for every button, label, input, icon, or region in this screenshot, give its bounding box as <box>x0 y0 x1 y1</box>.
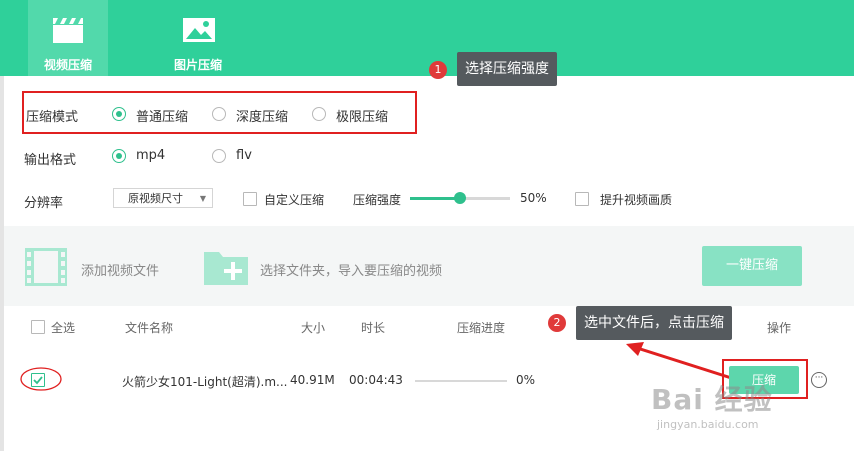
add-folder-icon[interactable] <box>203 248 249 286</box>
add-folder-label[interactable]: 选择文件夹，导入要压缩的视频 <box>260 260 442 279</box>
strength-label: 压缩强度 <box>353 193 402 207</box>
radio-flv[interactable] <box>212 149 226 163</box>
add-video-icon[interactable] <box>24 247 68 287</box>
radio-deep-compress[interactable] <box>212 107 226 121</box>
tab-image-compress[interactable]: 图片压缩 <box>158 0 238 76</box>
strength-value: 50% <box>520 191 547 205</box>
custom-compress-checkbox[interactable] <box>243 192 257 206</box>
baidu-watermark: Bai 经验 jingyan.baidu.com <box>651 378 847 446</box>
row-duration: 00:04:43 <box>349 373 403 387</box>
film-clapper-icon <box>53 18 83 43</box>
header-progress: 压缩进度 <box>457 321 506 335</box>
row-file-name: 火箭少女101-Light(超清).m... <box>122 375 288 389</box>
callout-2: 选中文件后，点击压缩 <box>576 306 732 340</box>
option-label: flv <box>236 148 252 163</box>
watermark-brand: Bai 经验 <box>651 383 773 416</box>
tab-label: 图片压缩 <box>173 58 222 72</box>
header-size: 大小 <box>301 321 326 335</box>
watermark-url: jingyan.baidu.com <box>657 418 759 431</box>
select-all-checkbox[interactable] <box>31 320 45 334</box>
header-duration: 时长 <box>361 321 386 335</box>
add-video-label[interactable]: 添加视频文件 <box>81 260 159 279</box>
tab-label: 视频压缩 <box>43 58 92 72</box>
compress-mode-label: 压缩模式 <box>26 110 79 125</box>
enhance-quality-label: 提升视频画质 <box>600 193 673 207</box>
resolution-label: 分辨率 <box>24 196 64 211</box>
row-progress-bar <box>415 380 507 382</box>
slider-fill <box>410 197 460 200</box>
slider-knob[interactable] <box>454 192 466 204</box>
option-label: 普通压缩 <box>136 110 189 125</box>
row-checkbox[interactable] <box>31 373 45 387</box>
callout-1: 选择压缩强度 <box>457 52 557 86</box>
radio-normal-compress[interactable] <box>112 107 126 121</box>
output-format-label: 输出格式 <box>24 153 77 168</box>
compress-all-button[interactable]: 一键压缩 <box>702 246 802 286</box>
step-badge-2: 2 <box>548 314 566 332</box>
header-bar: 视频压缩 图片压缩 <box>0 0 854 76</box>
custom-compress-label: 自定义压缩 <box>264 193 325 207</box>
radio-extreme-compress[interactable] <box>312 107 326 121</box>
row-progress-text: 0% <box>516 373 536 387</box>
option-label: mp4 <box>136 148 166 163</box>
option-label: 极限压缩 <box>336 110 389 125</box>
header-file-name: 文件名称 <box>125 321 174 335</box>
resolution-select[interactable]: 原视频尺寸 ▼ <box>113 188 213 208</box>
header-action: 操作 <box>767 321 792 335</box>
strength-slider[interactable] <box>410 192 510 204</box>
row-size: 40.91M <box>290 373 335 387</box>
chevron-down-icon: ▼ <box>199 194 206 203</box>
tab-video-compress[interactable]: 视频压缩 <box>28 0 108 76</box>
enhance-quality-checkbox[interactable] <box>575 192 589 206</box>
checkmark-icon <box>33 376 43 385</box>
image-icon <box>183 18 215 42</box>
option-label: 深度压缩 <box>236 110 289 125</box>
header-select-all: 全选 <box>51 321 76 335</box>
radio-mp4[interactable] <box>112 149 126 163</box>
resolution-value: 原视频尺寸 <box>128 192 183 205</box>
step-badge-1: 1 <box>429 61 447 79</box>
